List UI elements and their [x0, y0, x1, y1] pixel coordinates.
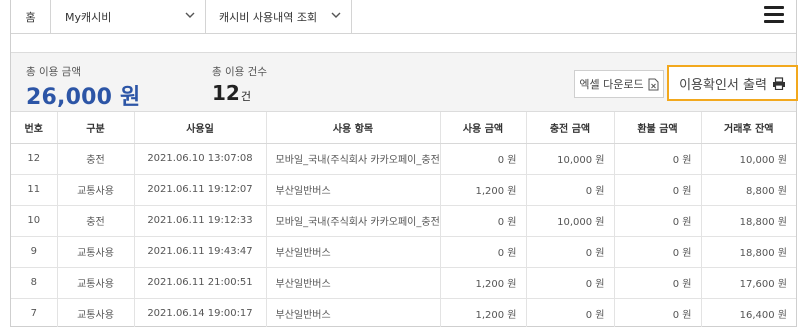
- usage-history-select[interactable]: 캐시비 사용내역 조회: [206, 0, 352, 33]
- cell-date: 2021.06.10 13:07:08: [134, 143, 267, 175]
- table-row: 11 교통사용 2021.06.11 19:12:07 부산일반버스 1,200…: [11, 174, 796, 206]
- cell-item: 모바일_국내(주식회사 카카오페이_충전): [266, 143, 441, 175]
- cell-type: 교통사용: [57, 298, 135, 327]
- cell-item: 부산일반버스: [266, 236, 441, 268]
- cell-balance: 8,800 원: [701, 174, 796, 206]
- excel-download-label: 엑셀 다운로드: [579, 78, 644, 91]
- usage-history-select-label: 캐시비 사용내역 조회: [219, 10, 318, 24]
- total-amount-label: 총 이용 금액: [26, 66, 81, 78]
- cell-charge-amount: 10,000 원: [526, 205, 615, 237]
- col-header-number: 번호: [11, 112, 58, 144]
- print-certificate-button[interactable]: 이용확인서 출력: [667, 65, 798, 101]
- cell-type: 충전: [57, 205, 135, 237]
- table-row: 8 교통사용 2021.06.11 21:00:51 부산일반버스 1,200 …: [11, 267, 796, 299]
- chevron-down-icon: [185, 12, 195, 18]
- cell-item: 부산일반버스: [266, 174, 441, 206]
- col-header-usage-amount: 사용 금액: [440, 112, 527, 144]
- cell-charge-amount: 0 원: [526, 174, 615, 206]
- cell-balance: 18,800 원: [701, 205, 796, 237]
- cell-date: 2021.06.11 19:12:07: [134, 174, 267, 206]
- cell-usage-amount: 1,200 원: [440, 267, 527, 299]
- cell-balance: 10,000 원: [701, 143, 796, 175]
- total-count: 12건: [212, 81, 251, 105]
- cell-usage-amount: 0 원: [440, 143, 527, 175]
- cell-refund-amount: 0 원: [614, 174, 702, 206]
- print-certificate-label: 이용확인서 출력: [679, 77, 767, 93]
- cell-date: 2021.06.11 19:43:47: [134, 236, 267, 268]
- cell-number: 12: [11, 143, 58, 175]
- cell-number: 9: [11, 236, 58, 268]
- cell-balance: 16,400 원: [701, 298, 796, 327]
- cell-balance: 18,800 원: [701, 236, 796, 268]
- page-frame: 홈 My캐시비 캐시비 사용내역 조회 총 이용 금액 26,000 원 총 이…: [10, 0, 798, 327]
- col-header-charge-amount: 충전 금액: [526, 112, 615, 144]
- cell-refund-amount: 0 원: [614, 205, 702, 237]
- cell-number: 10: [11, 205, 58, 237]
- table-row: 7 교통사용 2021.06.14 19:00:17 부산일반버스 1,200 …: [11, 298, 796, 327]
- cell-number: 11: [11, 174, 58, 206]
- cell-type: 교통사용: [57, 174, 135, 206]
- cell-refund-amount: 0 원: [614, 143, 702, 175]
- col-header-refund-amount: 환불 금액: [614, 112, 702, 144]
- cell-charge-amount: 0 원: [526, 236, 615, 268]
- cell-refund-amount: 0 원: [614, 298, 702, 327]
- cell-item: 부산일반버스: [266, 267, 441, 299]
- cell-type: 충전: [57, 143, 135, 175]
- total-count-value: 12: [212, 81, 240, 105]
- cell-usage-amount: 0 원: [440, 236, 527, 268]
- col-header-item: 사용 항목: [266, 112, 441, 144]
- excel-download-button[interactable]: 엑셀 다운로드: [574, 70, 664, 98]
- cell-date: 2021.06.14 19:00:17: [134, 298, 267, 327]
- cell-refund-amount: 0 원: [614, 236, 702, 268]
- home-link[interactable]: 홈: [11, 0, 51, 33]
- excel-file-icon: [648, 78, 659, 90]
- cell-usage-amount: 1,200 원: [440, 298, 527, 327]
- cell-refund-amount: 0 원: [614, 267, 702, 299]
- cell-charge-amount: 10,000 원: [526, 143, 615, 175]
- cell-usage-amount: 1,200 원: [440, 174, 527, 206]
- cell-item: 모바일_국내(주식회사 카카오페이_충전): [266, 205, 441, 237]
- top-navigation: 홈 My캐시비 캐시비 사용내역 조회: [11, 0, 796, 34]
- mycashbee-select-label: My캐시비: [65, 10, 112, 24]
- mycashbee-select[interactable]: My캐시비: [51, 0, 206, 33]
- cell-charge-amount: 0 원: [526, 298, 615, 327]
- total-amount-value: 26,000 원: [26, 85, 141, 110]
- col-header-date: 사용일: [134, 112, 267, 144]
- usage-summary-panel: 총 이용 금액 26,000 원 총 이용 건수 12건 엑셀 다운로드 이용확…: [11, 52, 798, 112]
- table-header-row: 번호 구분 사용일 사용 항목 사용 금액 충전 금액 환불 금액 거래후 잔액: [11, 112, 796, 144]
- usage-history-table: 번호 구분 사용일 사용 항목 사용 금액 충전 금액 환불 금액 거래후 잔액…: [11, 112, 796, 327]
- cell-usage-amount: 0 원: [440, 205, 527, 237]
- printer-icon: [772, 76, 785, 90]
- table-row: 9 교통사용 2021.06.11 19:43:47 부산일반버스 0 원 0 …: [11, 236, 796, 268]
- cell-item: 부산일반버스: [266, 298, 441, 327]
- total-count-label: 총 이용 건수: [212, 66, 267, 78]
- cell-number: 7: [11, 298, 58, 327]
- cell-date: 2021.06.11 21:00:51: [134, 267, 267, 299]
- table-row: 10 충전 2021.06.11 19:12:33 모바일_국내(주식회사 카카…: [11, 205, 796, 237]
- home-label: 홈: [25, 10, 36, 24]
- cell-type: 교통사용: [57, 236, 135, 268]
- cell-type: 교통사용: [57, 267, 135, 299]
- cell-charge-amount: 0 원: [526, 267, 615, 299]
- total-count-unit: 건: [240, 90, 251, 103]
- cell-number: 8: [11, 267, 58, 299]
- col-header-balance: 거래후 잔액: [701, 112, 796, 144]
- col-header-type: 구분: [57, 112, 135, 144]
- cell-balance: 17,600 원: [701, 267, 796, 299]
- cell-date: 2021.06.11 19:12:33: [134, 205, 267, 237]
- table-row: 12 충전 2021.06.10 13:07:08 모바일_국내(주식회사 카카…: [11, 143, 796, 175]
- chevron-down-icon: [331, 12, 341, 18]
- hamburger-menu-icon[interactable]: [764, 6, 784, 24]
